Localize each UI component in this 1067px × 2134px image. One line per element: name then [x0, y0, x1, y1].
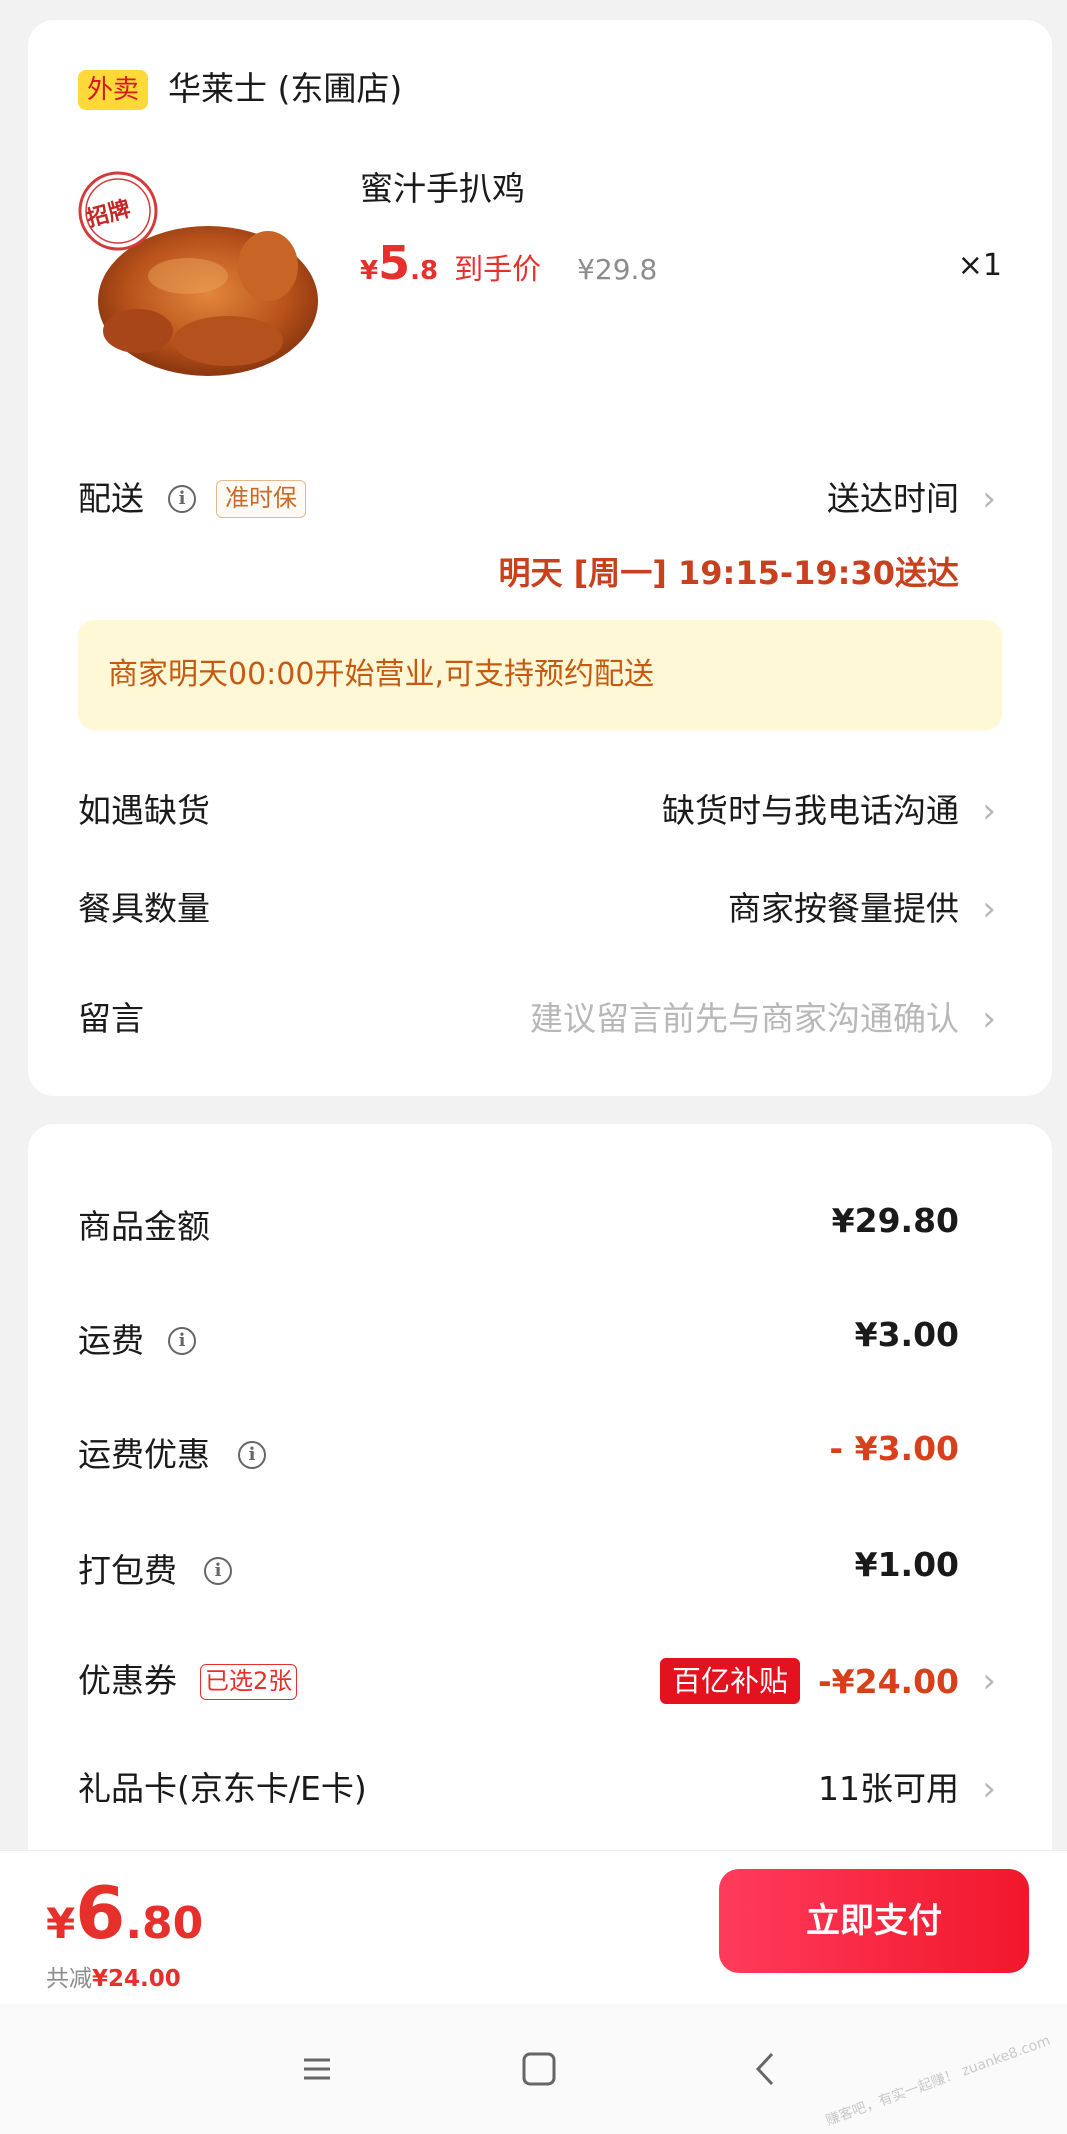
gift-card-value[interactable]: 11张可用 — [818, 1766, 959, 1812]
saved-label: 共减 — [46, 1966, 92, 1992]
takeout-tag: 外卖 — [78, 70, 149, 110]
delivery-time-value[interactable]: 明天 [周一] 19:15-19:30送达 — [498, 548, 959, 594]
final-price-label: 到手价 — [454, 252, 542, 286]
menu-icon[interactable] — [292, 2044, 342, 2094]
coupon-selected-badge: 已选2张 — [200, 1664, 298, 1700]
item-price: ¥ 5 .8 到手价 ¥29.8 — [360, 236, 657, 296]
coupon-value: -¥24.00 — [817, 1661, 959, 1701]
original-price: ¥29.8 — [577, 253, 658, 286]
total-saved: 共减¥24.00 — [46, 1959, 181, 1993]
business-hours-notice: 商家明天00:00开始营业,可支持预约配送 — [78, 620, 1002, 730]
back-icon[interactable] — [742, 2044, 792, 2094]
delivery-label: 配送 — [78, 479, 144, 518]
out-of-stock-label: 如遇缺货 — [78, 791, 210, 830]
chevron-right-icon[interactable]: › — [982, 788, 996, 834]
pay-now-button[interactable]: 立即支付 — [719, 1869, 1029, 1973]
gift-card-label: 礼品卡(京东卡/E卡) — [78, 1769, 367, 1808]
coupon-discount[interactable]: 百亿补贴 -¥24.00 — [659, 1658, 959, 1704]
chevron-right-icon[interactable]: › — [982, 886, 996, 932]
chevron-right-icon[interactable]: › — [982, 1766, 996, 1812]
info-icon[interactable]: i — [168, 1327, 196, 1355]
delivery-time-label[interactable]: 送达时间 — [827, 476, 959, 522]
shipping-discount-label: 运费优惠 — [78, 1435, 210, 1474]
note-placeholder[interactable]: 建议留言前先与商家沟通确认 — [530, 996, 959, 1042]
item-quantity: ×1 — [957, 248, 1002, 283]
on-time-badge[interactable]: 准时保 — [216, 480, 306, 518]
price-decimal: .8 — [410, 256, 439, 286]
coupon-label: 优惠券 — [78, 1661, 177, 1700]
info-icon[interactable]: i — [238, 1441, 266, 1469]
home-icon[interactable] — [514, 2044, 564, 2094]
saved-value: ¥24.00 — [92, 1966, 181, 1992]
chevron-right-icon[interactable]: › — [982, 1658, 996, 1704]
chevron-right-icon[interactable]: › — [982, 996, 996, 1042]
tableware-label: 餐具数量 — [78, 889, 210, 928]
packing-fee-value: ¥1.00 — [854, 1545, 959, 1584]
total-price: ¥ 6 .80 — [46, 1871, 203, 1955]
out-of-stock-value[interactable]: 缺货时与我电话沟通 — [662, 788, 959, 834]
payment-bar: ¥ 6 .80 共减¥24.00 立即支付 — [0, 1850, 1067, 2004]
total-symbol: ¥ — [46, 1899, 76, 1948]
price-symbol: ¥ — [360, 256, 379, 286]
shipping-discount-value: - ¥3.00 — [829, 1429, 959, 1468]
item-name: 蜜汁手扒鸡 — [360, 169, 525, 208]
goods-amount-value: ¥29.80 — [831, 1201, 959, 1240]
packing-fee-label: 打包费 — [78, 1551, 177, 1590]
store-name[interactable]: 华莱士 (东圃店) — [168, 66, 402, 112]
goods-amount-label: 商品金额 — [78, 1207, 210, 1246]
chevron-right-icon[interactable]: › — [982, 476, 996, 522]
total-decimal: .80 — [125, 1898, 204, 1949]
shipping-value: ¥3.00 — [854, 1315, 959, 1354]
total-integer: 6 — [75, 1871, 126, 1955]
note-label: 留言 — [78, 999, 144, 1038]
info-icon[interactable]: i — [168, 485, 196, 513]
tableware-value[interactable]: 商家按餐量提供 — [728, 886, 959, 932]
info-icon[interactable]: i — [204, 1557, 232, 1585]
fee-card: 商品金额 ¥29.80 运费 i ¥3.00 运费优惠 i - ¥3.00 打包… — [28, 1124, 1052, 1884]
shipping-label: 运费 — [78, 1321, 144, 1360]
roast-chicken-image[interactable]: 招牌 — [78, 166, 326, 414]
price-integer: 5 — [378, 236, 411, 290]
system-nav-bar — [0, 2004, 1067, 2134]
subsidy-badge: 百亿补贴 — [659, 1658, 800, 1704]
order-card: 外卖 华莱士 (东圃店) 招牌 蜜汁手扒鸡 ¥ 5 .8 到手价 ¥29.8 ×… — [28, 20, 1052, 1096]
